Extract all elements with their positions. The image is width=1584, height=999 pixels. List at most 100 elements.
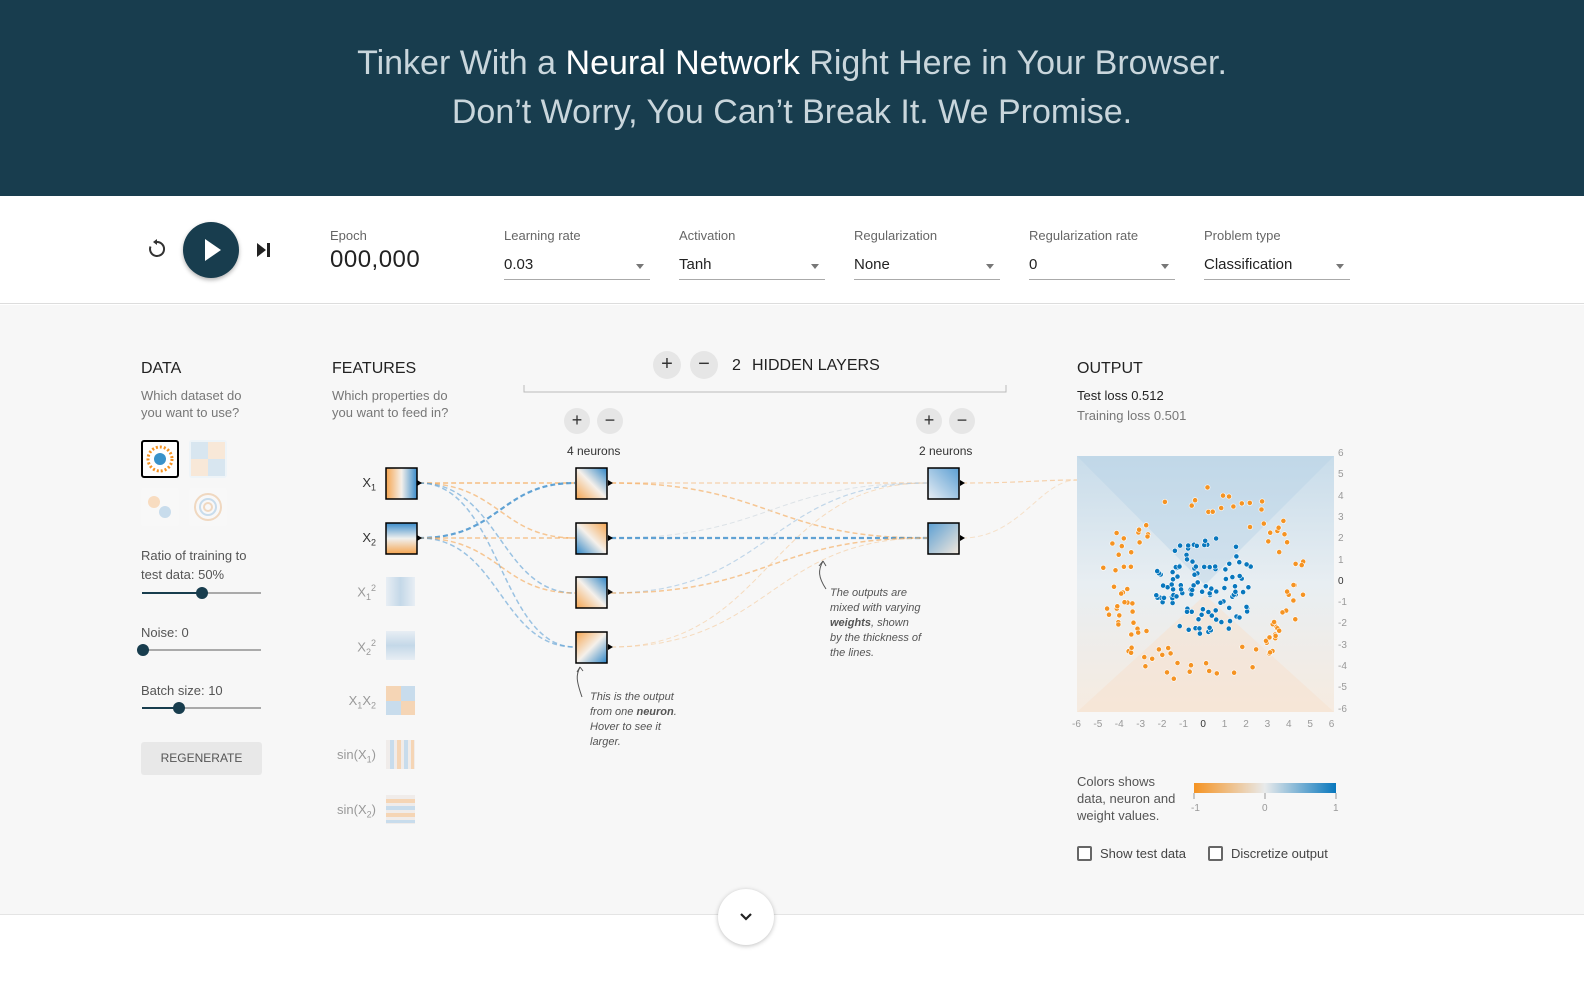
data-point xyxy=(1230,503,1237,510)
data-point xyxy=(1153,592,1160,599)
data-point xyxy=(1226,604,1233,611)
weight-lines-output xyxy=(961,479,1078,539)
feature-x2-box[interactable] xyxy=(385,522,418,555)
x-tick-label: -6 xyxy=(1072,719,1081,730)
add-layer-button[interactable]: + xyxy=(653,351,681,379)
neuron-2-1[interactable] xyxy=(927,467,960,500)
neuron-note: This is the output from one neuron. Hove… xyxy=(590,690,677,750)
show-test-data-checkbox[interactable] xyxy=(1077,846,1092,861)
add-neuron-layer2-button[interactable]: + xyxy=(916,408,942,434)
feature-x1x2-box[interactable] xyxy=(386,686,415,715)
data-point xyxy=(1191,571,1198,578)
data-point xyxy=(1116,612,1123,619)
neuron-1-3[interactable] xyxy=(575,576,608,609)
control-bar: Epoch 000,000 Learning rate 0.03 Activat… xyxy=(0,196,1584,304)
legend-gradient xyxy=(1194,783,1336,793)
data-point xyxy=(1253,646,1259,653)
data-point xyxy=(1240,589,1246,595)
activation-value: Tanh xyxy=(679,256,712,273)
remove-neuron-layer1-button[interactable]: − xyxy=(597,408,623,434)
feature-x1-squared-box[interactable] xyxy=(386,577,415,606)
data-point xyxy=(1109,540,1116,547)
y-tick-label: -3 xyxy=(1338,639,1347,651)
note-line: mixed with varying xyxy=(830,602,921,614)
data-point xyxy=(1281,531,1288,538)
chevron-down-icon xyxy=(740,913,752,921)
data-point xyxy=(1106,611,1112,618)
feature-x1-box[interactable] xyxy=(385,467,418,500)
data-point xyxy=(1280,517,1287,524)
discretize-output-checkbox[interactable] xyxy=(1208,846,1223,861)
data-point xyxy=(1188,662,1194,669)
hidden-layers-bracket xyxy=(523,385,1007,393)
neuron-1-1[interactable] xyxy=(575,467,608,500)
regularization-select[interactable]: None xyxy=(854,256,1000,280)
x-tick-label: -1 xyxy=(1179,719,1188,730)
data-point xyxy=(1221,585,1228,591)
data-point xyxy=(1204,484,1211,491)
neuron-1-4[interactable] xyxy=(575,631,608,664)
data-point xyxy=(1121,599,1128,606)
data-point xyxy=(1267,649,1273,656)
data-point xyxy=(1258,506,1265,513)
data-point xyxy=(1128,563,1134,570)
neuron-1-2[interactable] xyxy=(575,522,608,555)
hidden-layer-count: 2 xyxy=(732,357,741,374)
y-tick-label: 3 xyxy=(1338,511,1344,523)
scroll-down-button[interactable] xyxy=(718,889,774,945)
data-point xyxy=(1284,588,1290,595)
data-point xyxy=(1243,603,1250,610)
data-point xyxy=(1144,533,1151,540)
problem-type-label: Problem type xyxy=(1204,228,1281,243)
weights-note: The outputs are mixed with varying weigh… xyxy=(830,586,921,661)
learning-rate-value: 0.03 xyxy=(504,256,534,273)
step-button[interactable] xyxy=(254,240,274,260)
data-point xyxy=(1265,538,1272,545)
header-line-1: Tinker With a Neural Network Right Here … xyxy=(0,44,1584,83)
feature-sin-x2-box[interactable] xyxy=(386,795,415,824)
header-line-2: Don’t Worry, You Can’t Break It. We Prom… xyxy=(451,93,1133,131)
remove-layer-button[interactable]: − xyxy=(690,351,718,379)
data-point xyxy=(1115,621,1122,628)
data-point xyxy=(1142,663,1149,670)
note-line: The outputs are xyxy=(830,587,908,599)
feature-x2-squared-box[interactable] xyxy=(386,631,415,660)
activation-select[interactable]: Tanh xyxy=(679,256,825,280)
play-button[interactable] xyxy=(183,222,239,278)
data-point xyxy=(1112,567,1119,574)
x-tick-label: 1 xyxy=(1221,719,1228,730)
y-tick-label: 4 xyxy=(1338,490,1344,502)
data-point xyxy=(1226,560,1233,567)
data-point xyxy=(1141,654,1148,660)
data-point xyxy=(1172,547,1178,554)
data-point xyxy=(1233,553,1240,560)
problem-type-select[interactable]: Classification xyxy=(1204,256,1350,280)
note-text: from one xyxy=(590,706,637,718)
reset-button[interactable] xyxy=(146,238,168,260)
data-point xyxy=(1136,539,1143,546)
data-point xyxy=(1100,564,1107,571)
feature-sin-x1-box[interactable] xyxy=(386,740,415,769)
legend-text: Colors shows data, neuron and weight val… xyxy=(1077,773,1175,824)
y-tick-label: -4 xyxy=(1338,661,1347,672)
data-point xyxy=(1205,609,1212,615)
note-line: the lines. xyxy=(830,647,875,659)
data-point xyxy=(1236,559,1243,566)
regularization-label: Regularization xyxy=(854,228,938,243)
test-loss: Test loss 0.512 xyxy=(1077,388,1164,403)
regularization-value: None xyxy=(854,256,890,273)
data-point xyxy=(1201,563,1208,570)
remove-neuron-layer2-button[interactable]: − xyxy=(949,408,975,434)
data-point xyxy=(1222,566,1229,573)
neuron-2-2[interactable] xyxy=(927,522,960,555)
data-point xyxy=(1212,563,1219,570)
note-text: , shown xyxy=(870,617,909,629)
add-neuron-layer1-button[interactable]: + xyxy=(564,408,590,434)
data-point xyxy=(1118,543,1125,549)
data-point xyxy=(1271,619,1277,625)
learning-rate-select[interactable]: 0.03 xyxy=(504,256,650,280)
reg-rate-select[interactable]: 0 xyxy=(1029,256,1175,280)
legend-ticks xyxy=(1193,793,1337,799)
problem-type-value: Classification xyxy=(1204,256,1293,273)
data-point xyxy=(1275,524,1282,531)
